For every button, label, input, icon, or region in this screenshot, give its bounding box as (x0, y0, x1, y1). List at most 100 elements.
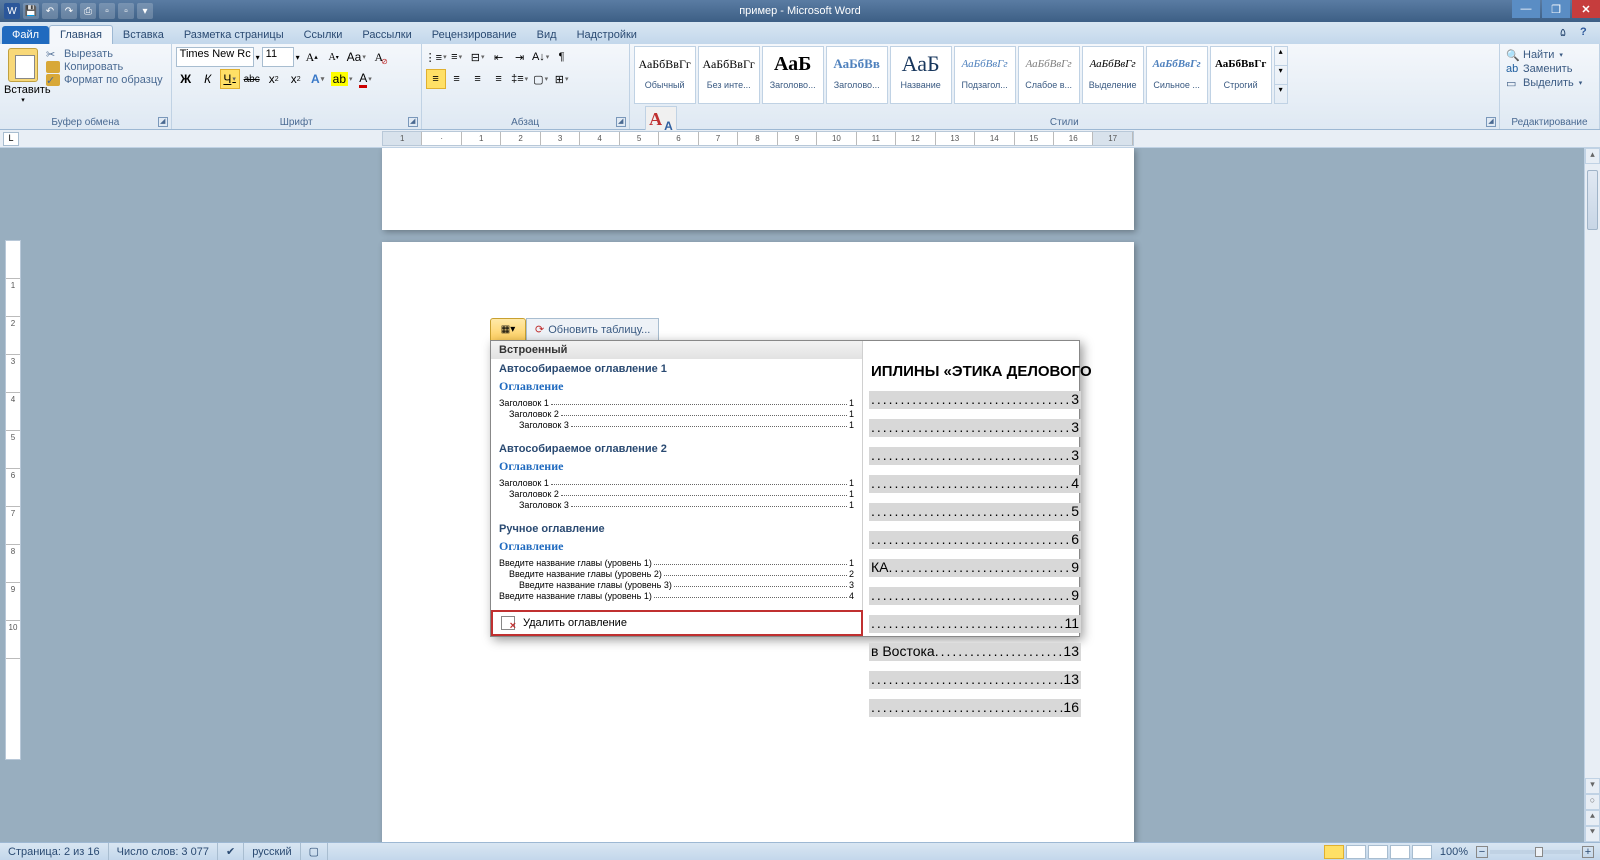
borders-button[interactable]: ⊞ (552, 69, 572, 89)
zoom-slider[interactable] (1490, 850, 1580, 854)
bold-button[interactable]: Ж (176, 69, 196, 89)
web-view-button[interactable] (1368, 845, 1388, 859)
gallery-more-icon[interactable]: ▾ (1275, 84, 1287, 103)
multilevel-button[interactable]: ⊟ (468, 47, 488, 67)
scroll-thumb[interactable] (1587, 170, 1598, 230)
underline-button[interactable]: Ч (220, 69, 240, 89)
align-center-button[interactable]: ≡ (447, 69, 467, 89)
line-spacing-button[interactable]: ‡≡ (510, 69, 530, 89)
save-icon[interactable]: 💾 (23, 3, 39, 19)
next-page-icon[interactable]: ⯆ (1585, 826, 1600, 842)
tab-references[interactable]: Ссылки (294, 26, 353, 44)
browse-object-icon[interactable]: ○ (1585, 794, 1600, 810)
tab-insert[interactable]: Вставка (113, 26, 174, 44)
status-word-count[interactable]: Число слов: 3 077 (109, 843, 218, 860)
grow-font-button[interactable]: A▴ (302, 47, 322, 67)
fullscreen-view-button[interactable] (1346, 845, 1366, 859)
status-proofing[interactable]: ✔ (218, 843, 244, 860)
dialog-launcher[interactable]: ◢ (158, 117, 168, 127)
font-color-button[interactable]: A (356, 69, 376, 89)
style-heading2[interactable]: АаБбВвЗаголово... (826, 46, 888, 104)
tab-review[interactable]: Рецензирование (422, 26, 527, 44)
zoom-level[interactable]: 100% (1440, 846, 1468, 858)
copy-button[interactable]: Копировать (46, 61, 163, 73)
change-case-button[interactable]: Aa (346, 47, 367, 67)
vertical-ruler[interactable]: 12345678910 (5, 240, 21, 760)
gallery-preview[interactable]: Оглавление Заголовок 11 Заголовок 21 Заг… (491, 457, 862, 519)
qat-icon[interactable]: ▫ (99, 3, 115, 19)
zoom-in-button[interactable]: + (1582, 846, 1594, 858)
gallery-item-auto2[interactable]: Автособираемое оглавление 2 (491, 439, 862, 457)
strikethrough-button[interactable]: abc (242, 69, 262, 89)
highlight-button[interactable]: ab (330, 69, 354, 89)
decrease-indent-button[interactable]: ⇤ (489, 47, 509, 67)
tab-home[interactable]: Главная (49, 25, 113, 44)
prev-page-icon[interactable]: ⯅ (1585, 810, 1600, 826)
select-button[interactable]: ▭Выделить▾ (1506, 76, 1593, 90)
find-button[interactable]: 🔍Найти▾ (1506, 48, 1593, 62)
justify-button[interactable]: ≡ (489, 69, 509, 89)
numbering-button[interactable]: ≡ (447, 47, 467, 67)
qat-icon[interactable]: ▫ (118, 3, 134, 19)
align-right-button[interactable]: ≡ (468, 69, 488, 89)
minimize-ribbon-icon[interactable]: ۵ (1560, 26, 1574, 40)
style-intense-emphasis[interactable]: АаБбВвГгСильное ... (1146, 46, 1208, 104)
shading-button[interactable]: ▢ (531, 69, 551, 89)
outline-view-button[interactable] (1390, 845, 1410, 859)
qat-dropdown-icon[interactable]: ▾ (137, 3, 153, 19)
gallery-preview[interactable]: Оглавление Заголовок 11 Заголовок 21 Заг… (491, 377, 862, 439)
tab-view[interactable]: Вид (527, 26, 567, 44)
style-subtle-emphasis[interactable]: АаБбВвГгСлабое в... (1018, 46, 1080, 104)
status-page[interactable]: Страница: 2 из 16 (0, 843, 109, 860)
style-heading1[interactable]: АаБЗаголово... (762, 46, 824, 104)
styles-gallery[interactable]: АаБбВвГгОбычный АаБбВвГгБез инте... АаБЗ… (634, 46, 1288, 104)
increase-indent-button[interactable]: ⇥ (510, 47, 530, 67)
scroll-up-icon[interactable]: ▴ (1585, 148, 1600, 164)
minimize-button[interactable]: — (1512, 0, 1540, 18)
text-effects-button[interactable]: A (308, 69, 328, 89)
tab-mailings[interactable]: Рассылки (352, 26, 421, 44)
tab-addins[interactable]: Надстройки (567, 26, 647, 44)
gallery-item-manual[interactable]: Ручное оглавление (491, 519, 862, 537)
page-previous[interactable] (382, 148, 1134, 230)
font-name-combo[interactable]: Times New Rc (176, 47, 254, 67)
qat-icon[interactable]: ⎙ (80, 3, 96, 19)
superscript-button[interactable]: x2 (286, 69, 306, 89)
undo-icon[interactable]: ↶ (42, 3, 58, 19)
toc-handle-button[interactable]: ▦▾ (490, 318, 526, 340)
tab-page-layout[interactable]: Разметка страницы (174, 26, 294, 44)
style-normal[interactable]: АаБбВвГгОбычный (634, 46, 696, 104)
font-size-combo[interactable]: 11 (262, 47, 294, 67)
style-strong[interactable]: АаБбВвГгСтрогий (1210, 46, 1272, 104)
tab-file[interactable]: Файл (2, 26, 49, 44)
clear-formatting-button[interactable]: A⊘ (369, 47, 389, 67)
style-title[interactable]: АаБНазвание (890, 46, 952, 104)
close-button[interactable]: ✕ (1572, 0, 1600, 18)
print-layout-view-button[interactable] (1324, 845, 1344, 859)
draft-view-button[interactable] (1412, 845, 1432, 859)
status-language[interactable]: русский (244, 843, 300, 860)
dialog-launcher[interactable]: ◢ (616, 117, 626, 127)
dialog-launcher[interactable]: ◢ (1486, 117, 1496, 127)
sort-button[interactable]: A↓ (531, 47, 551, 67)
style-emphasis[interactable]: АаБбВвГгВыделение (1082, 46, 1144, 104)
maximize-button[interactable]: ❐ (1542, 0, 1570, 18)
gallery-preview[interactable]: Оглавление Введите название главы (урове… (491, 537, 862, 610)
zoom-out-button[interactable]: − (1476, 846, 1488, 858)
style-subtitle[interactable]: АаБбВвГгПодзагол... (954, 46, 1016, 104)
style-no-spacing[interactable]: АаБбВвГгБез инте... (698, 46, 760, 104)
scroll-down-icon[interactable]: ▾ (1585, 778, 1600, 794)
word-icon[interactable]: W (4, 3, 20, 19)
paste-button[interactable]: Вставить ▾ (4, 46, 42, 112)
cut-button[interactable]: ✂Вырезать (46, 48, 163, 60)
bullets-button[interactable]: ⋮≡ (426, 47, 446, 67)
toc-update-button[interactable]: ⟳Обновить таблицу... (526, 318, 659, 340)
replace-button[interactable]: abЗаменить (1506, 62, 1593, 76)
show-marks-button[interactable]: ¶ (552, 47, 572, 67)
align-left-button[interactable]: ≡ (426, 69, 446, 89)
subscript-button[interactable]: x2 (264, 69, 284, 89)
shrink-font-button[interactable]: A▾ (324, 47, 344, 67)
vertical-scrollbar[interactable]: ▴ ▾ ○ ⯅ ⯆ (1584, 148, 1600, 842)
italic-button[interactable]: К (198, 69, 218, 89)
gallery-down-icon[interactable]: ▾ (1275, 65, 1287, 84)
